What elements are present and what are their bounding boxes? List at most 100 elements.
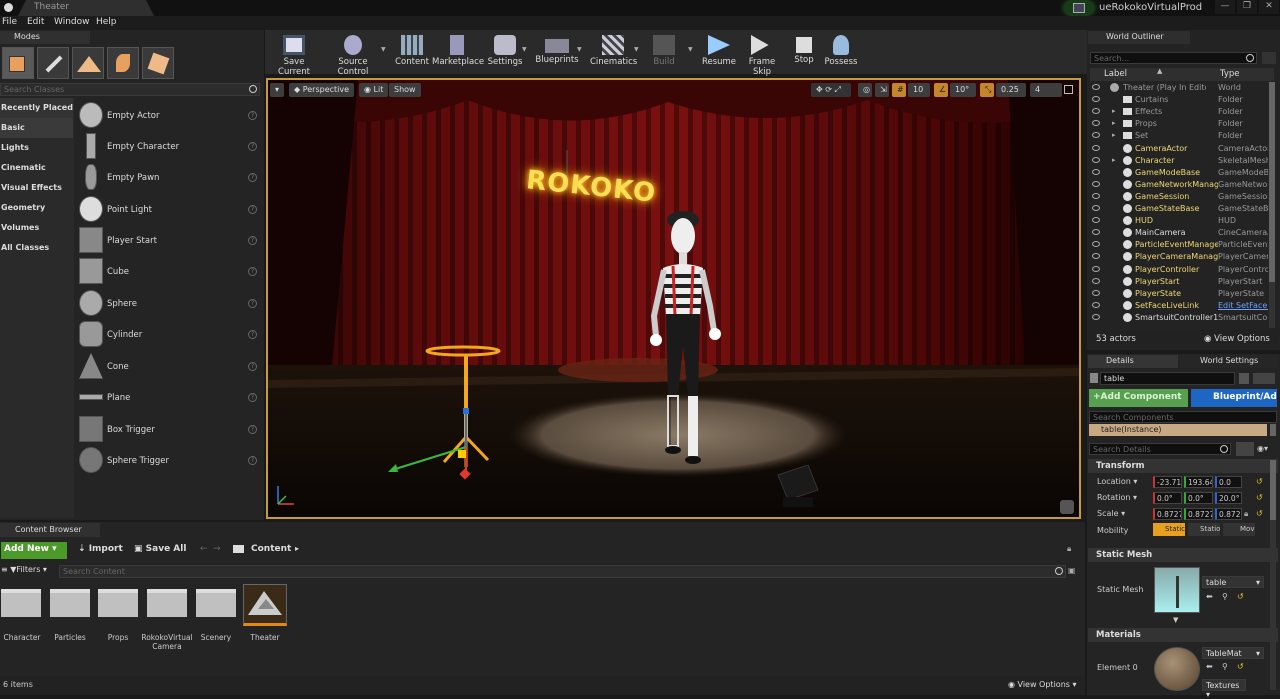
rotation-y-field[interactable]: 0.0°	[1184, 492, 1213, 504]
visibility-eye-icon[interactable]	[1092, 229, 1100, 236]
help-icon[interactable]: ?	[248, 111, 257, 120]
show-button[interactable]: Show	[389, 83, 421, 97]
level-viewport[interactable]: ROKOKO ▾ ◆ Perspective ◉ Lit Show ✥ ⟳ ⤢ …	[266, 78, 1081, 519]
rotation-snap-icon[interactable]: ∠	[934, 83, 948, 97]
folder-rokoko-virtual-camera[interactable]	[147, 585, 191, 621]
help-icon[interactable]: ?	[248, 362, 257, 371]
visibility-eye-icon[interactable]	[1092, 144, 1100, 151]
content-browser-tab[interactable]: Content Browser	[0, 523, 100, 537]
location-label[interactable]: Location ▾	[1097, 477, 1137, 486]
menu-edit[interactable]: Edit	[27, 17, 44, 27]
cinematics-button[interactable]: Cinematics	[590, 33, 637, 71]
folder-character[interactable]	[1, 585, 45, 621]
visibility-eye-icon[interactable]	[1092, 301, 1100, 308]
outliner-row[interactable]: Curtains Folder	[1090, 95, 1268, 107]
outliner-search-input[interactable]: Search...	[1090, 52, 1257, 64]
visibility-eye-icon[interactable]	[1092, 192, 1100, 199]
visibility-eye-icon[interactable]	[1092, 132, 1100, 139]
outliner-row[interactable]: MainCamera CineCameraActor	[1090, 228, 1268, 240]
outliner-col-label[interactable]: Label	[1104, 69, 1127, 79]
outliner-row[interactable]: SmartsuitController1SmartsuitController	[1090, 312, 1268, 325]
search-content-input[interactable]: Search Content	[59, 565, 1066, 578]
visibility-eye-icon[interactable]	[1092, 168, 1100, 175]
place-item-cylinder[interactable]: Cylinder?	[76, 321, 262, 351]
content-view-options[interactable]: ◉ View Options ▾	[1008, 680, 1077, 689]
outliner-row-type[interactable]: Edit SetFaceLiveLink	[1218, 301, 1268, 310]
blueprints-button[interactable]: Blueprints	[535, 33, 579, 71]
place-item-sphere[interactable]: Sphere?	[76, 290, 262, 320]
maximize-icon[interactable]: ❐	[1237, 0, 1257, 14]
scale-snap-icon[interactable]: ⤡	[980, 83, 994, 97]
outliner-row[interactable]: GameStateBase GameStateBase	[1090, 204, 1268, 216]
material-thumbnail[interactable]	[1154, 647, 1200, 691]
reset-rotation-icon[interactable]: ↺	[1256, 493, 1263, 502]
visibility-eye-icon[interactable]	[1092, 108, 1100, 115]
grid-snap-icon[interactable]: #	[892, 83, 906, 97]
visibility-eye-icon[interactable]	[1092, 84, 1100, 90]
modes-tab[interactable]: Modes	[0, 31, 90, 44]
lock-browser-icon[interactable]: 🔒︎	[1067, 544, 1071, 554]
place-item-player-start[interactable]: Player Start?	[76, 227, 262, 257]
search-components-input[interactable]: Search Components	[1089, 411, 1277, 423]
minimize-icon[interactable]: —	[1215, 0, 1235, 14]
history-forward-icon[interactable]: →	[213, 544, 221, 554]
menu-file[interactable]: File	[2, 17, 17, 27]
help-icon[interactable]: ?	[248, 142, 257, 151]
world-settings-tab[interactable]: World Settings	[1180, 355, 1278, 368]
outliner-row[interactable]: GameSession GameSession	[1090, 191, 1268, 204]
help-icon[interactable]: ?	[248, 267, 257, 276]
transform-section-header[interactable]: Transform	[1088, 459, 1278, 473]
material-dropdown[interactable]: TableMat ▾	[1202, 647, 1264, 659]
reset-scale-icon[interactable]: ↺	[1256, 509, 1263, 518]
help-icon[interactable]: ?	[248, 236, 257, 245]
property-matrix-icon[interactable]	[1236, 442, 1254, 456]
location-y-field[interactable]: 193.64	[1184, 476, 1213, 488]
mobility-static-button[interactable]: Static	[1153, 523, 1185, 536]
help-icon[interactable]: ?	[248, 205, 257, 214]
place-item-plane[interactable]: Plane?	[76, 384, 262, 414]
maximize-viewport-icon[interactable]	[1064, 85, 1073, 94]
save-current-button[interactable]: Save Current	[268, 33, 320, 77]
reset-location-icon[interactable]: ↺	[1256, 477, 1263, 486]
visibility-eye-icon[interactable]	[1092, 217, 1100, 224]
search-details-input[interactable]: Search Details	[1089, 443, 1231, 455]
content-button[interactable]: Content	[395, 33, 429, 71]
static-mesh-section-header[interactable]: Static Mesh	[1088, 548, 1278, 562]
expand-advanced-icon[interactable]: ▼	[1173, 616, 1178, 624]
scale-snap-value[interactable]: 0.25	[996, 83, 1026, 97]
visibility-eye-icon[interactable]	[1092, 241, 1100, 248]
help-icon[interactable]: ?	[248, 456, 257, 465]
outliner-col-type[interactable]: Type	[1220, 69, 1240, 79]
folder-particles[interactable]	[50, 585, 94, 621]
filters-button[interactable]: ≡ ▼Filters ▾	[1, 565, 47, 574]
rotation-snap-value[interactable]: 10°	[950, 83, 976, 97]
category-visual-effects[interactable]: Visual Effects	[0, 178, 73, 198]
history-back-icon[interactable]: ←	[200, 544, 208, 554]
mime-character[interactable]	[638, 206, 728, 476]
materials-section-header[interactable]: Materials	[1088, 628, 1278, 642]
visibility-eye-icon[interactable]	[1092, 205, 1100, 211]
browse-icon[interactable]: ⚲	[1222, 592, 1228, 601]
viewport-corner-icon[interactable]	[1060, 500, 1074, 514]
visibility-eye-icon[interactable]	[1092, 277, 1100, 284]
outliner-row[interactable]: ParticleEventManagerParticleEventManager	[1090, 240, 1268, 252]
place-item-cube[interactable]: Cube?	[76, 258, 262, 288]
help-icon[interactable]: ?	[248, 330, 257, 339]
help-icon[interactable]: ?	[248, 299, 257, 308]
geometry-mode-icon[interactable]	[142, 47, 174, 79]
camera-speed-button[interactable]: 4	[1030, 83, 1062, 97]
category-recently-placed[interactable]: Recently Placed	[0, 98, 73, 118]
viewport-options-dropdown-icon[interactable]: ▾	[270, 83, 284, 97]
category-all-classes[interactable]: All Classes	[0, 238, 73, 258]
outliner-view-options[interactable]: ◉ View Options	[1204, 334, 1270, 344]
blueprints-dropdown-icon[interactable]: ▼	[577, 46, 582, 53]
save-search-icon[interactable]: ▣	[1068, 566, 1076, 575]
place-item-empty-pawn[interactable]: Empty Pawn?	[76, 164, 262, 194]
save-all-button[interactable]: ▣ Save All	[134, 544, 186, 554]
grid-snap-value[interactable]: 10	[908, 83, 930, 97]
static-mesh-thumbnail[interactable]	[1154, 567, 1200, 613]
components-scrollbar[interactable]	[1270, 424, 1276, 436]
place-mode-icon[interactable]	[2, 47, 34, 79]
surface-snap-icon[interactable]: ⇲	[875, 83, 889, 97]
outliner-row[interactable]: PlayerStart PlayerStart	[1090, 276, 1268, 289]
